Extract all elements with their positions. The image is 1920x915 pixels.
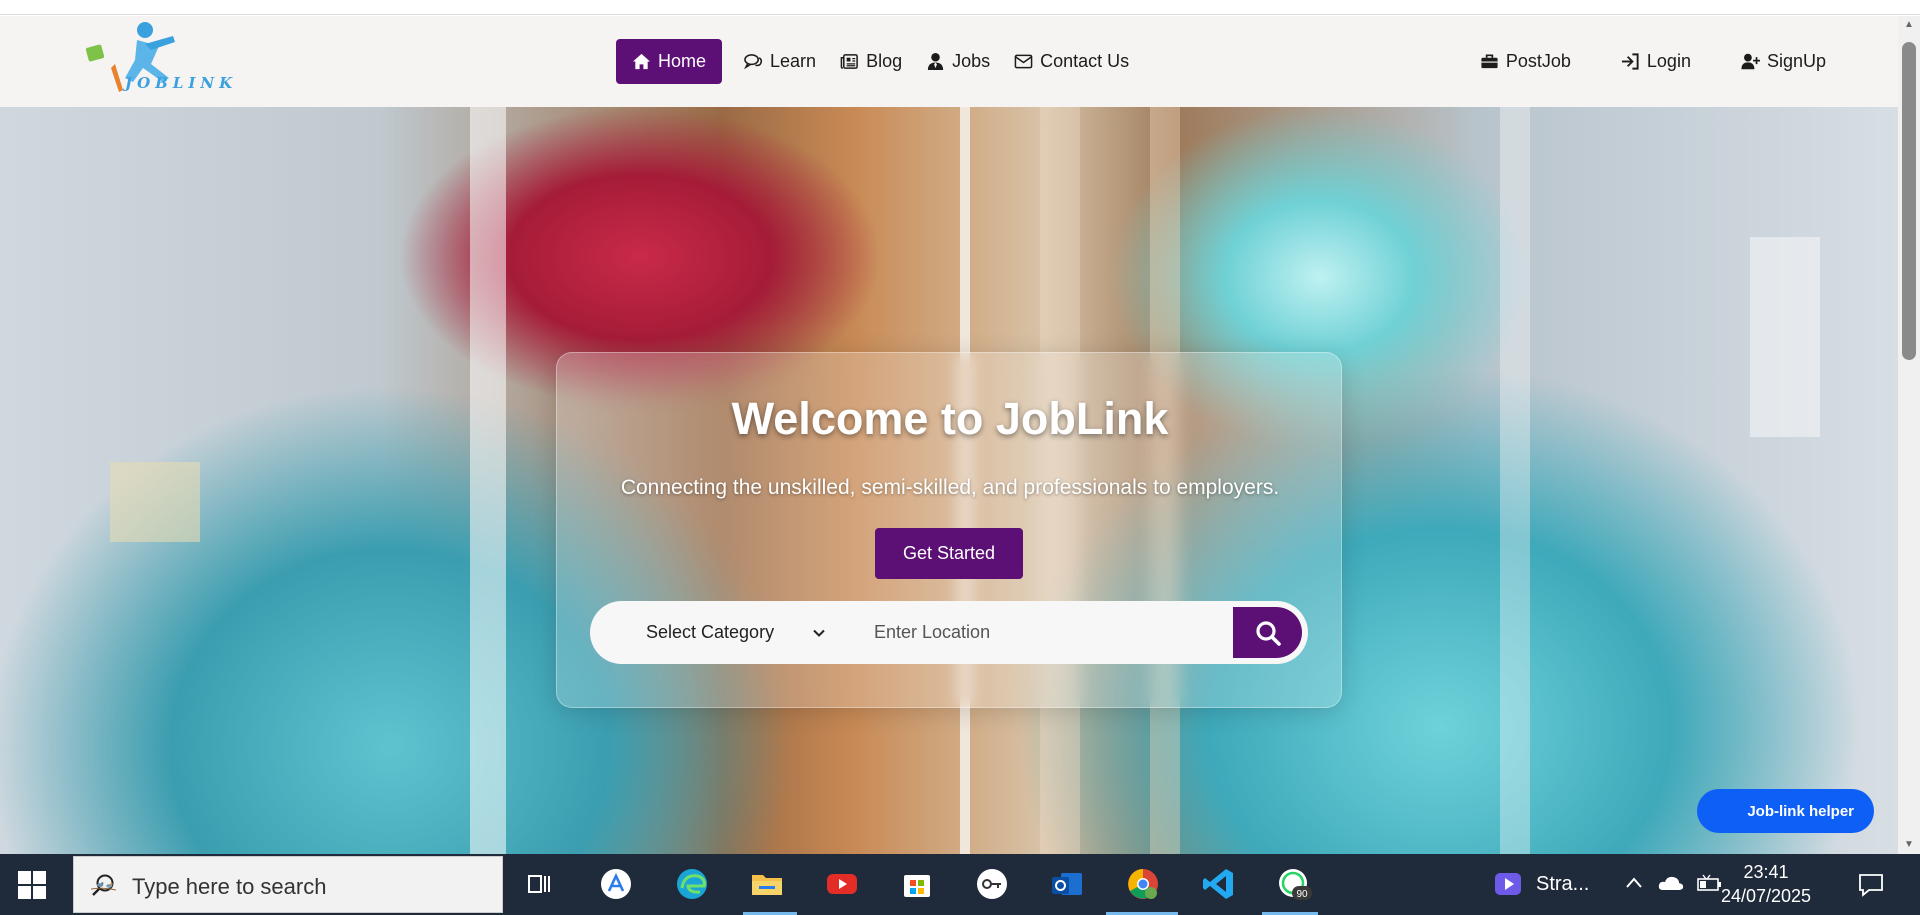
nav-login[interactable]: Login <box>1621 39 1691 84</box>
outlook-icon[interactable] <box>1047 864 1087 904</box>
taskbar-search-placeholder: Type here to search <box>132 874 327 899</box>
nav-signup[interactable]: SignUp <box>1741 39 1826 84</box>
nav-jobs[interactable]: Jobs <box>926 39 990 84</box>
edge-browser-icon[interactable] <box>672 864 712 904</box>
nav-contact-label: Contact Us <box>1040 51 1130 71</box>
joblink-logo[interactable]: JOBLINK <box>85 20 235 96</box>
page-scrollbar[interactable]: ▲ ▼ <box>1898 16 1920 854</box>
hero-subtitle: Connecting the unskilled, semi-skilled, … <box>620 476 1280 499</box>
user-tie-icon <box>927 52 944 71</box>
nav-home[interactable]: Home <box>616 39 723 84</box>
scroll-thumb[interactable] <box>1902 42 1916 360</box>
briefcase-icon <box>1481 54 1498 69</box>
chevron-up-icon[interactable] <box>1625 876 1643 890</box>
site-navbar: JOBLINK Home Learn Blog Jobs Contact Us … <box>0 16 1898 107</box>
hero-section: Welcome to JobLink Connecting the unskil… <box>0 107 1898 854</box>
whatsapp-badge: 90 <box>1296 889 1308 900</box>
location-input[interactable] <box>874 611 1214 654</box>
microsoft-store-icon[interactable] <box>897 864 937 904</box>
nav-learn-label: Learn <box>770 51 817 71</box>
chevron-down-icon <box>813 629 825 637</box>
sign-in-icon <box>1621 53 1639 70</box>
vscode-icon[interactable] <box>1198 864 1238 904</box>
nav-home-label: Home <box>658 51 707 71</box>
home-icon <box>632 53 651 70</box>
main-nav: Home Learn Blog Jobs Contact Us <box>616 39 1153 84</box>
logo-wordmark: JOBLINK <box>125 74 238 92</box>
task-view-icon[interactable] <box>519 864 559 904</box>
nav-jobs-label: Jobs <box>952 51 991 71</box>
taskbar-app-label[interactable]: Stra... <box>1536 873 1589 896</box>
newspaper-icon <box>840 54 858 69</box>
taskbar-search-box[interactable]: Type here to search <box>73 856 503 913</box>
clock-time: 23:41 <box>1743 862 1789 882</box>
chrome-icon[interactable] <box>1123 864 1163 904</box>
youtube-icon[interactable] <box>822 864 862 904</box>
nav-blog-label: Blog <box>866 51 903 71</box>
scroll-up-arrow-icon[interactable]: ▲ <box>1903 20 1915 30</box>
scroll-down-arrow-icon[interactable]: ▼ <box>1903 840 1915 850</box>
app-store-icon[interactable] <box>596 864 636 904</box>
category-select-label: Select Category <box>646 622 775 642</box>
account-nav: PostJob Login SignUp <box>1430 39 1826 84</box>
clock-date: 24/07/2025 <box>1720 886 1812 906</box>
file-explorer-icon[interactable] <box>747 864 787 904</box>
nav-blog[interactable]: Blog <box>840 39 902 84</box>
get-started-button[interactable]: Get Started <box>875 528 1023 579</box>
video-app-icon[interactable] <box>1488 864 1528 904</box>
notifications-icon[interactable] <box>1857 871 1885 899</box>
nav-postjob-label: PostJob <box>1505 51 1571 71</box>
hero-card: Welcome to JobLink Connecting the unskil… <box>556 352 1342 708</box>
nav-contact[interactable]: Contact Us <box>1014 39 1129 84</box>
nav-postjob[interactable]: PostJob <box>1480 39 1571 84</box>
job-link-helper-button[interactable]: Job-link helper <box>1697 789 1874 833</box>
job-search-bar: Select Category <box>590 601 1308 664</box>
onedrive-cloud-icon[interactable] <box>1658 874 1684 892</box>
browser-top-edge <box>0 0 1920 15</box>
whatsapp-icon[interactable]: 90 <box>1274 864 1314 904</box>
search-button[interactable] <box>1233 607 1302 658</box>
hero-title: Welcome to JobLink <box>731 393 1169 444</box>
windows-taskbar: Type here to search 90 Stra... 23:41 24/… <box>0 854 1920 915</box>
comments-icon <box>744 54 763 70</box>
windows-start-icon[interactable] <box>18 871 46 899</box>
key-app-icon[interactable] <box>972 864 1012 904</box>
user-plus-icon <box>1741 53 1760 70</box>
search-icon <box>1255 620 1281 646</box>
taskbar-clock[interactable]: 23:41 24/07/2025 <box>1716 860 1816 908</box>
nav-login-label: Login <box>1646 51 1691 71</box>
envelope-icon <box>1014 54 1033 69</box>
nav-signup-label: SignUp <box>1766 51 1826 71</box>
nav-learn[interactable]: Learn <box>744 39 816 84</box>
category-select[interactable]: Select Category <box>646 601 826 664</box>
birds-illustration-icon <box>91 882 116 891</box>
